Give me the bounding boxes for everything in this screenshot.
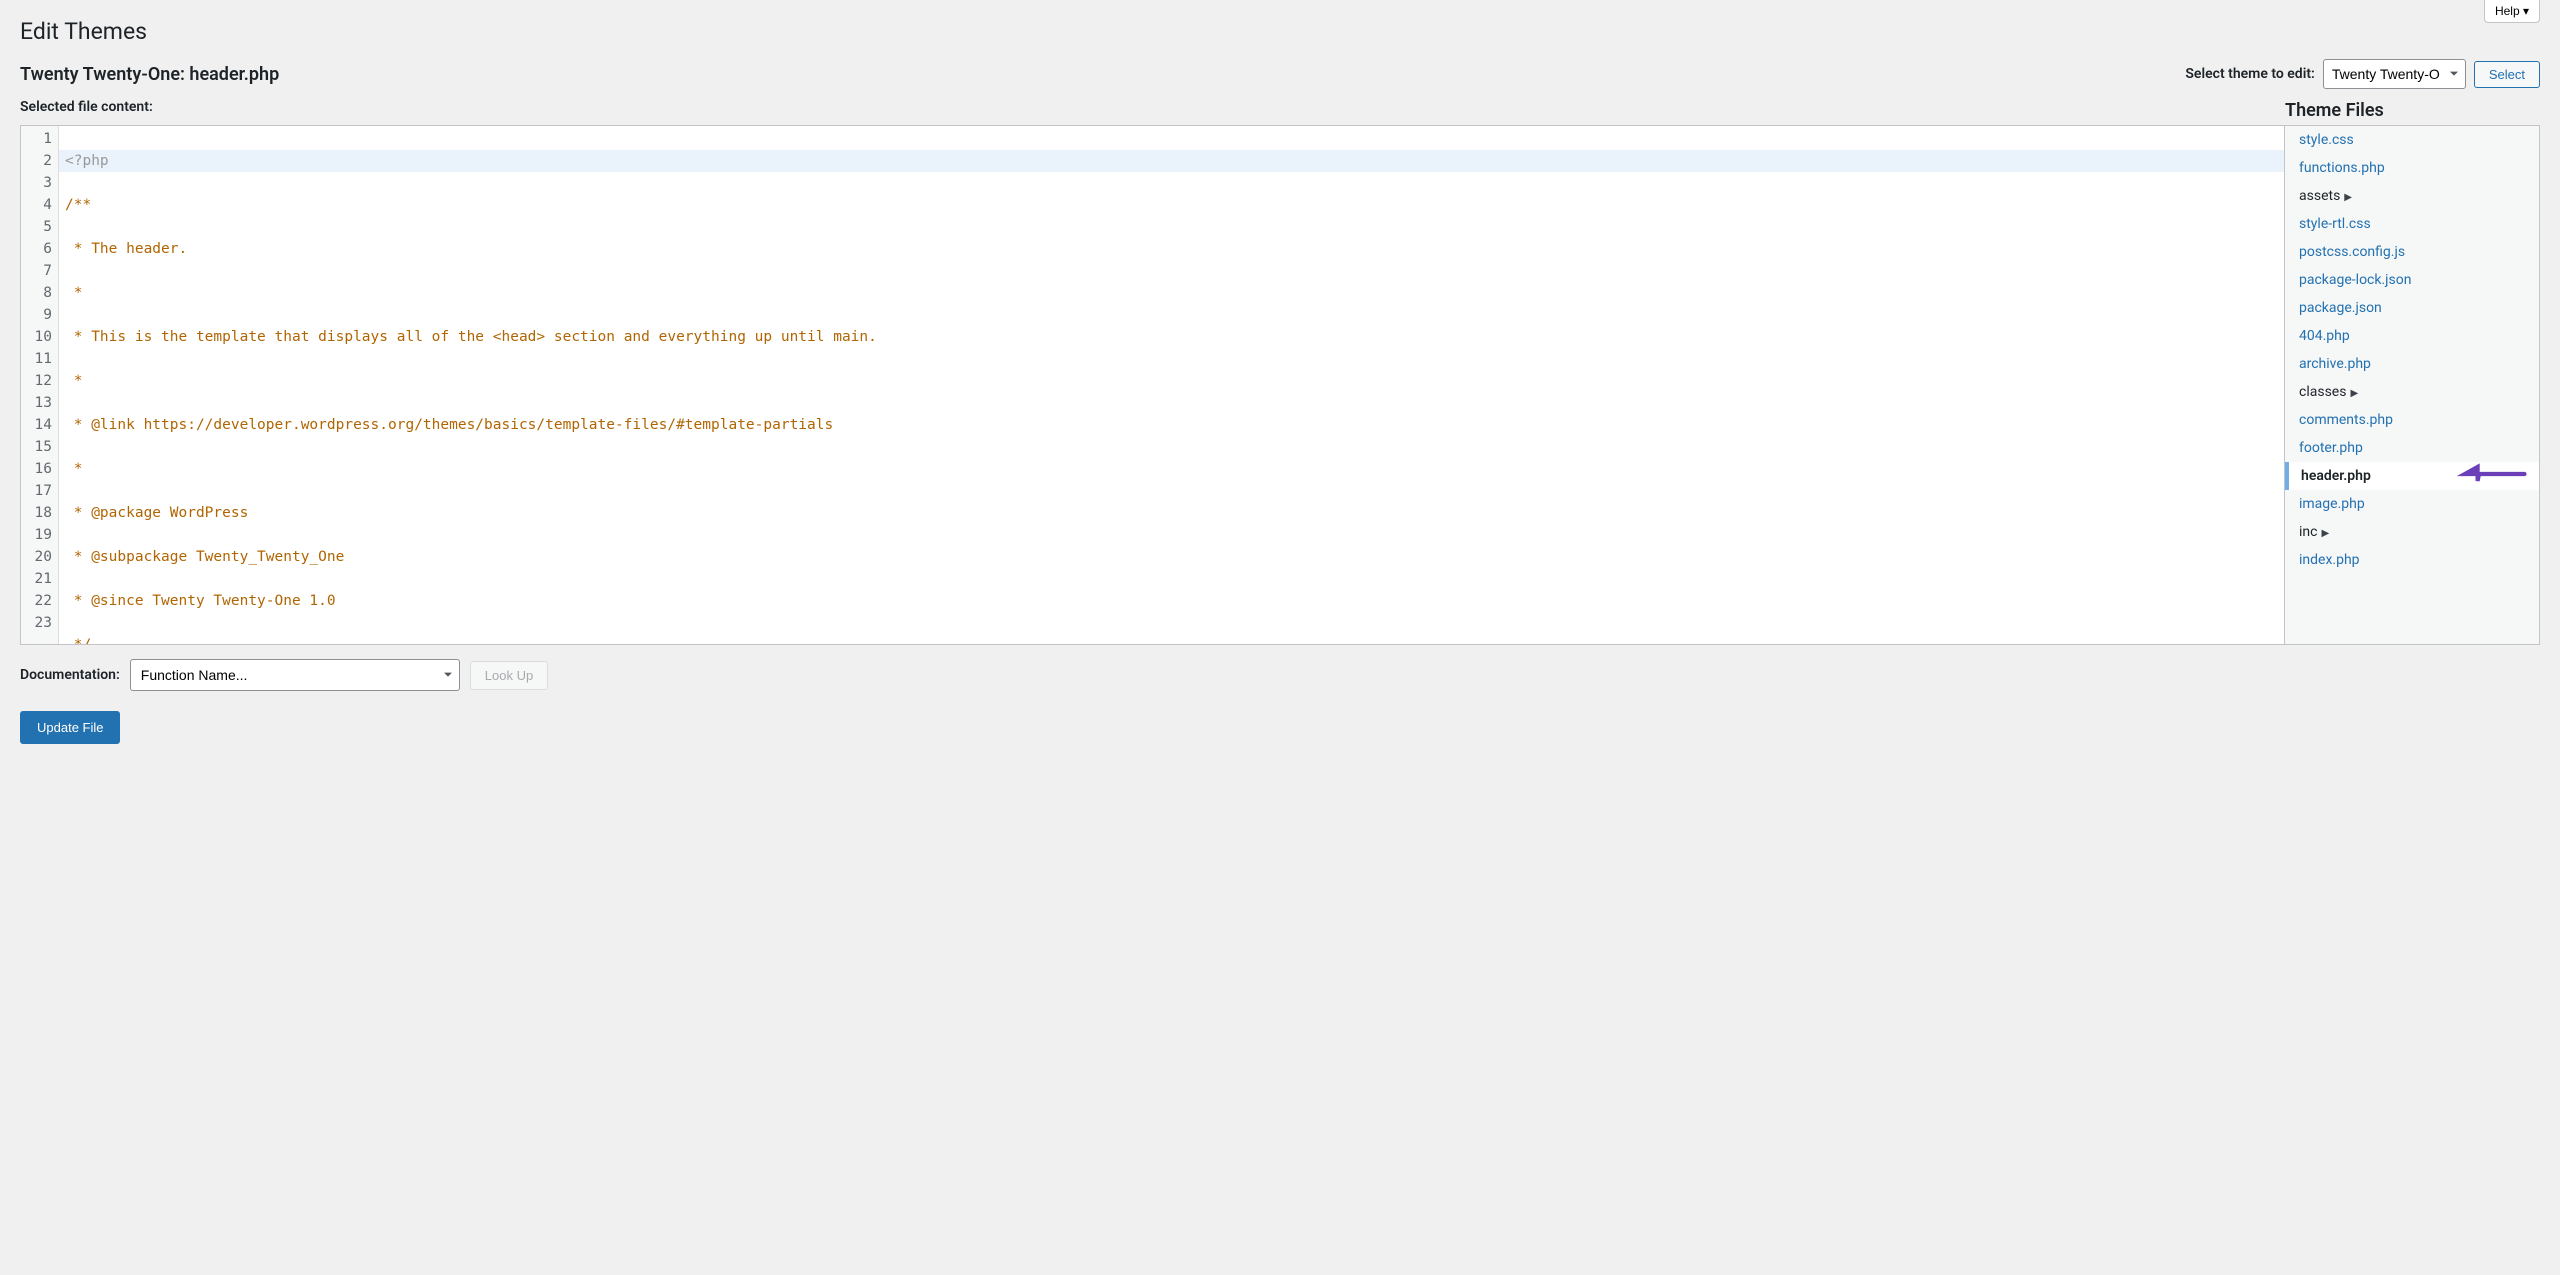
file-item[interactable]: footer.php xyxy=(2285,434,2539,462)
file-item[interactable]: comments.php xyxy=(2285,406,2539,434)
documentation-select[interactable]: Function Name... xyxy=(130,659,460,691)
chevron-right-icon: ▶ xyxy=(2350,388,2358,399)
line-gutter: 1 2 3 4 5 6 7 8 9 10 11 12 13 14 15 16 1… xyxy=(21,126,59,644)
file-item[interactable]: style-rtl.css xyxy=(2285,210,2539,238)
select-button[interactable]: Select xyxy=(2474,61,2540,88)
lookup-button[interactable]: Look Up xyxy=(470,661,548,690)
file-item[interactable]: image.php xyxy=(2285,490,2539,518)
theme-select[interactable]: Twenty Twenty-O xyxy=(2323,59,2466,89)
chevron-right-icon: ▶ xyxy=(2321,528,2329,539)
code-editor[interactable]: 1 2 3 4 5 6 7 8 9 10 11 12 13 14 15 16 1… xyxy=(20,125,2285,645)
documentation-label: Documentation: xyxy=(20,667,120,683)
file-item[interactable]: style.css xyxy=(2285,126,2539,154)
update-file-button[interactable]: Update File xyxy=(20,711,120,744)
theme-files-heading: Theme Files xyxy=(2285,100,2540,121)
chevron-right-icon: ▶ xyxy=(2344,192,2352,203)
selected-file-label: Selected file content: xyxy=(20,99,153,115)
file-item[interactable]: 404.php xyxy=(2285,322,2539,350)
folder-item[interactable]: classes▶ xyxy=(2285,378,2539,406)
arrow-annotation-icon xyxy=(2457,460,2529,492)
file-item[interactable]: package-lock.json xyxy=(2285,266,2539,294)
folder-item[interactable]: inc▶ xyxy=(2285,518,2539,546)
page-title: Edit Themes xyxy=(20,18,2540,45)
file-item-active[interactable]: header.php xyxy=(2285,462,2539,490)
file-item[interactable]: postcss.config.js xyxy=(2285,238,2539,266)
folder-item[interactable]: assets▶ xyxy=(2285,182,2539,210)
file-item[interactable]: index.php xyxy=(2285,546,2539,574)
code-content[interactable]: <?php /** * The header. * * This is the … xyxy=(59,126,2284,645)
theme-files-panel: style.css functions.php assets▶ style-rt… xyxy=(2285,125,2540,645)
file-heading: Twenty Twenty-One: header.php xyxy=(20,64,279,85)
file-item[interactable]: package.json xyxy=(2285,294,2539,322)
select-theme-label: Select theme to edit: xyxy=(2185,66,2314,82)
file-item[interactable]: archive.php xyxy=(2285,350,2539,378)
help-button[interactable]: Help ▾ xyxy=(2484,0,2540,23)
file-item[interactable]: functions.php xyxy=(2285,154,2539,182)
